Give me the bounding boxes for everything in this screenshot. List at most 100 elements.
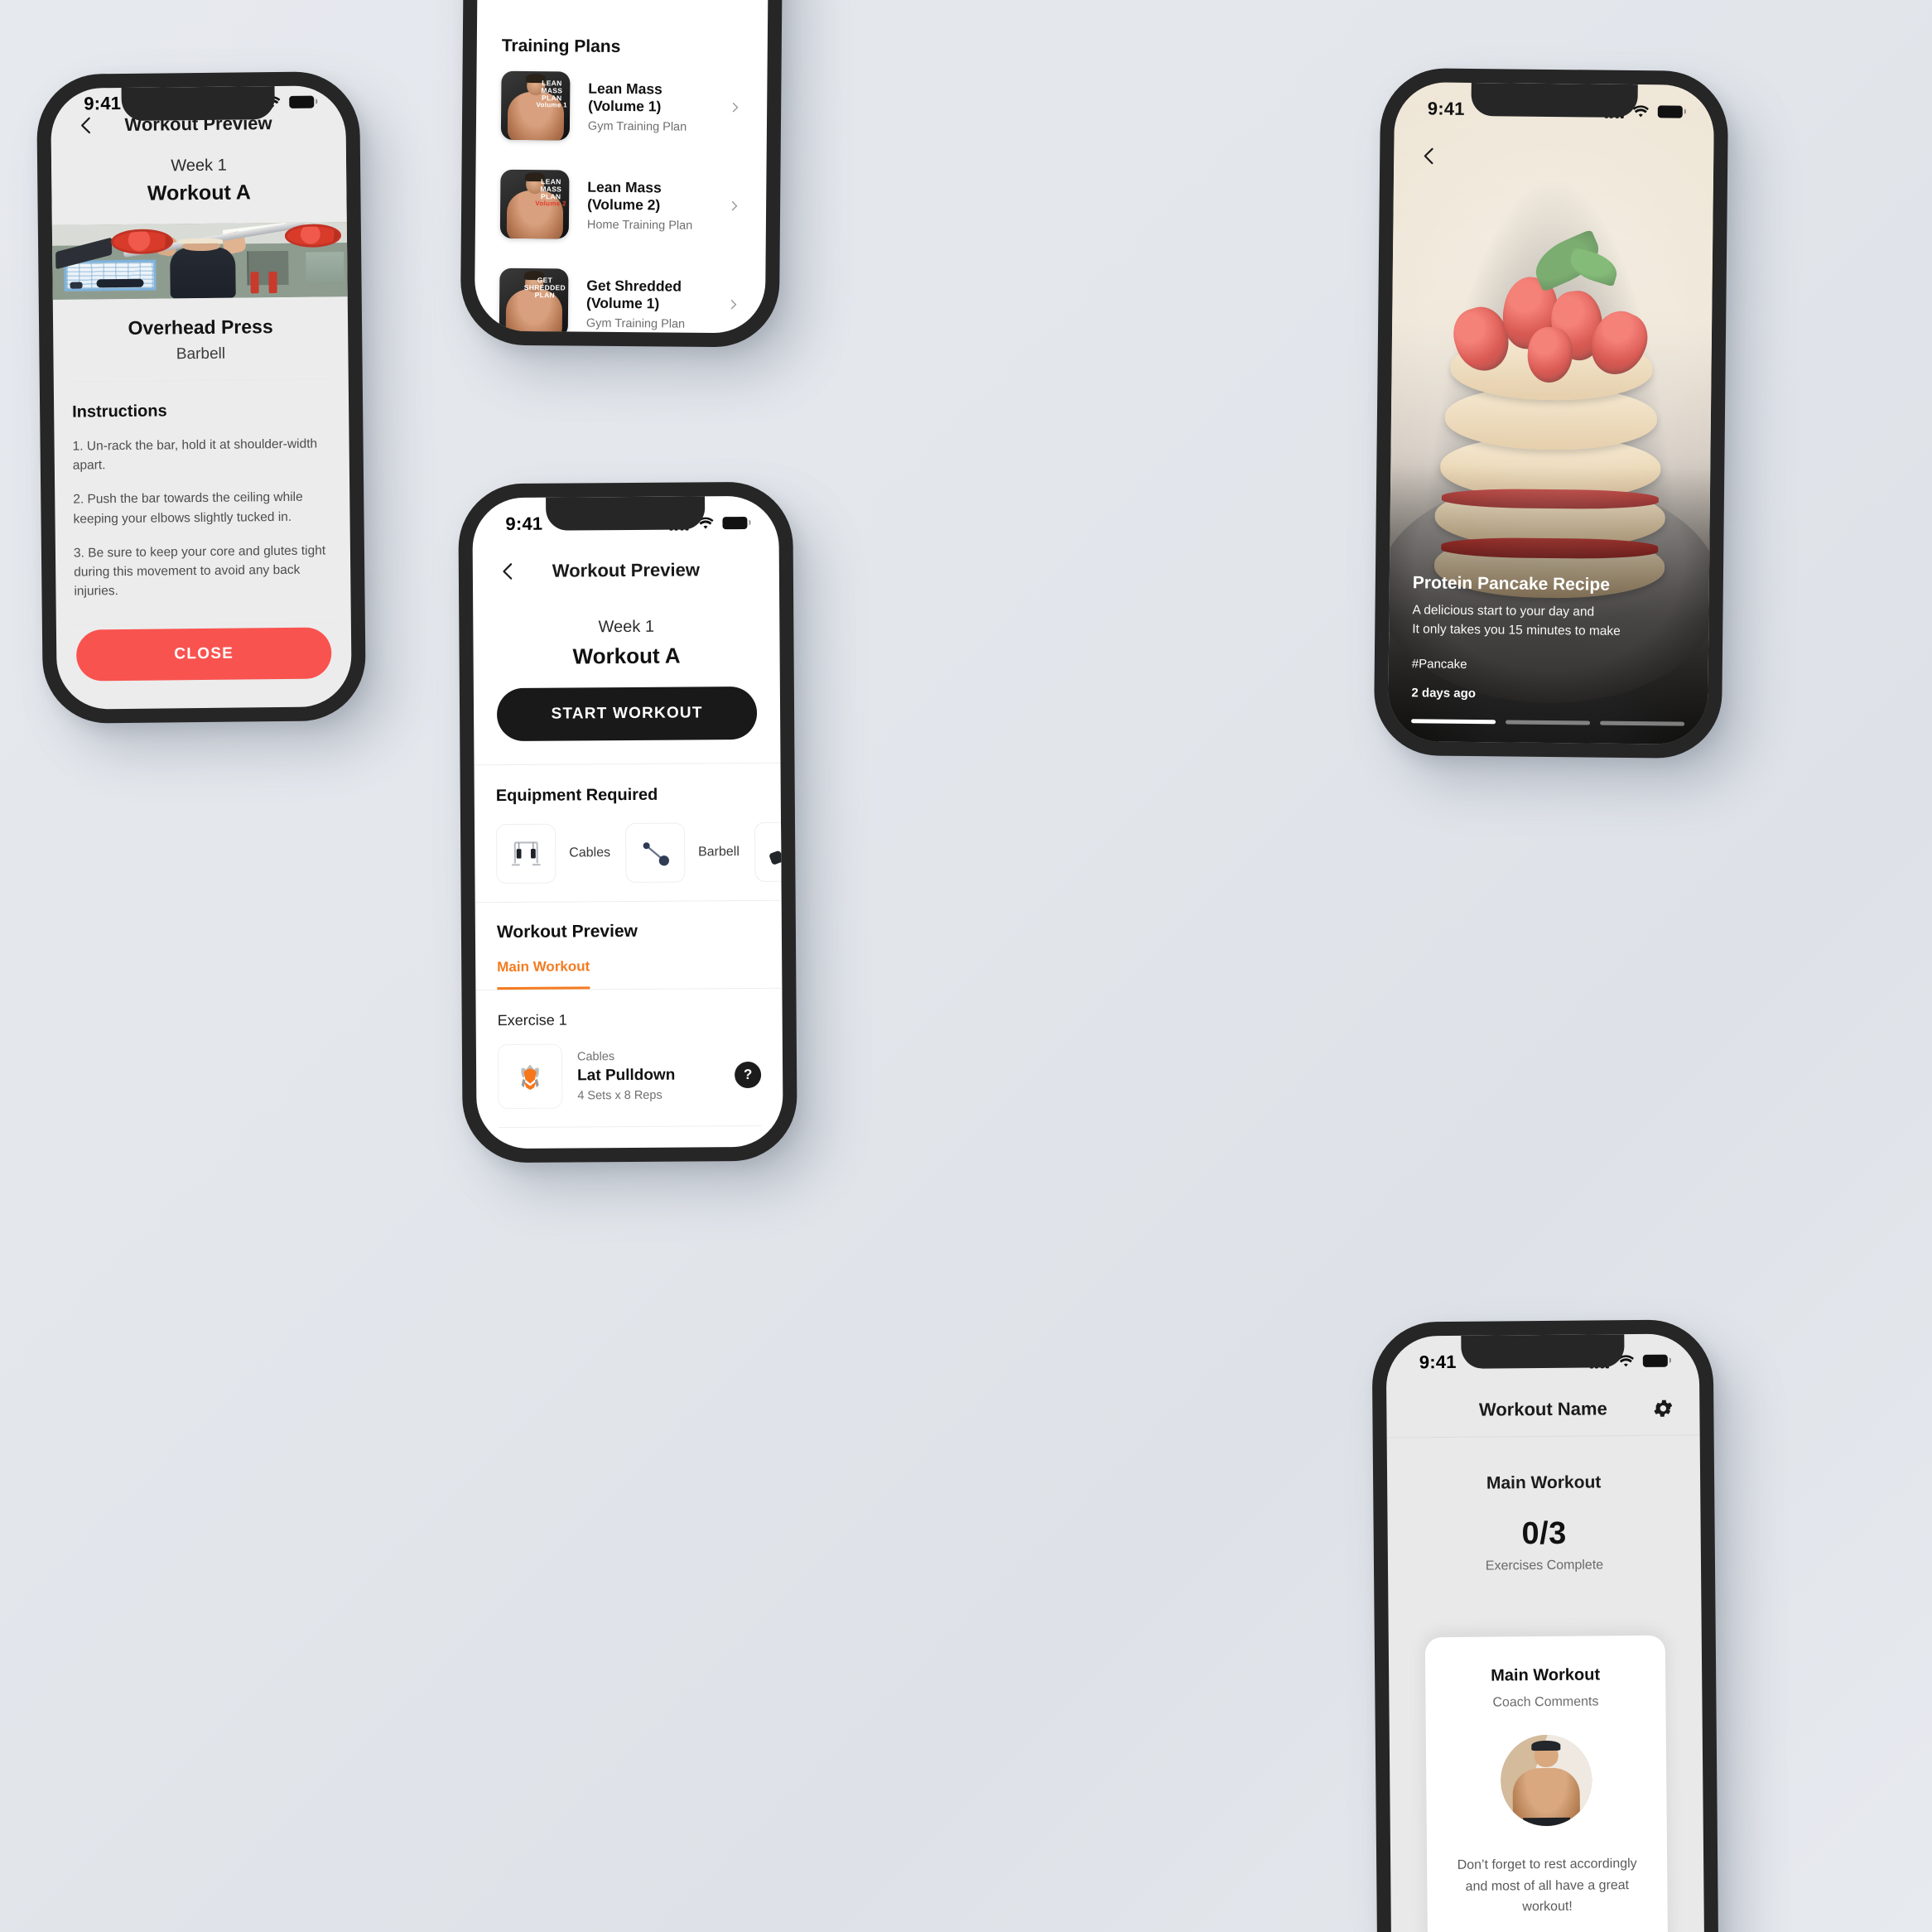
- status-time: 9:41: [505, 513, 543, 535]
- plan-thumbnail: LEAN MASS PLAN Volume 2: [499, 169, 570, 239]
- sheet-title: Main Workout: [1491, 1665, 1601, 1685]
- workout-name: Workout A: [147, 181, 252, 206]
- phone-workout-preview: 9:41 Workout Preview Week 1 Workout A ST…: [458, 481, 797, 1164]
- exercise-sets: 4 Sets x 8 Reps: [577, 1088, 662, 1102]
- workout-header: Week 1 Workout A: [473, 595, 780, 671]
- plan-thumbnail: LEAN MASS PLAN Volume 1: [500, 70, 571, 141]
- equipment-item[interactable]: Barbell: [624, 822, 740, 884]
- back-button[interactable]: [1419, 145, 1440, 166]
- phone-recipe-story: 9:41 Protein Pancake Recipe A delicious: [1373, 67, 1729, 759]
- avatar: [1500, 1734, 1592, 1827]
- cable-machine-icon: [496, 823, 556, 884]
- plan-subtitle: Gym Training Plan: [585, 316, 686, 331]
- exercise-name: Overhead Press: [128, 315, 273, 339]
- progress-segment[interactable]: [1506, 720, 1591, 725]
- progress-count: 0/3: [1521, 1515, 1568, 1552]
- exercise-equipment: Barbell: [176, 344, 226, 363]
- instruction-step: 3. Be sure to keep your core and glutes …: [73, 543, 326, 600]
- workout-name: Workout A: [572, 643, 681, 669]
- phone-exercise-detail: 9:41 Workout Preview Week 1 Workout A Ov…: [36, 70, 367, 725]
- progress-segment[interactable]: [1411, 719, 1496, 725]
- chevron-right-icon: [726, 297, 740, 311]
- battery-icon: [1642, 1354, 1668, 1367]
- week-label: Week 1: [598, 617, 655, 637]
- instructions-title: Instructions: [72, 402, 167, 422]
- coach-note-line: and most of all have a great workout!: [1465, 1877, 1630, 1915]
- sheet-subtitle: Coach Comments: [1492, 1694, 1599, 1710]
- gear-icon[interactable]: [1651, 1397, 1674, 1420]
- plan-name: Get Shredded (Volume 1): [586, 277, 682, 311]
- equipment-item[interactable]: [754, 821, 783, 882]
- phone-notch: [1461, 1334, 1625, 1369]
- plan-subtitle: Gym Training Plan: [587, 119, 687, 134]
- coach-note-line: Don’t forget to rest accordingly: [1457, 1857, 1637, 1872]
- list-item[interactable]: LEAN MASS PLAN Volume 2 Lean Mass (Volum…: [499, 155, 742, 256]
- workout-header: Week 1 Workout A: [51, 133, 347, 226]
- recipe-description-line: It only takes you 15 minutes to make: [1412, 621, 1621, 638]
- equipment-item[interactable]: Cables: [496, 823, 610, 884]
- coach-comments-sheet: Main Workout Coach Comments Don’t forget…: [1424, 1635, 1669, 1932]
- battery-icon: [289, 95, 315, 108]
- story-caption: Protein Pancake Recipe A delicious start…: [1388, 573, 1709, 703]
- equipment-label: Cables: [569, 846, 611, 860]
- preview-section: Workout Preview Main Workout: [475, 901, 783, 990]
- help-icon[interactable]: ?: [735, 1061, 762, 1089]
- navigation-bar: Workout Name: [1386, 1381, 1700, 1437]
- plan-name: Lean Mass (Volume 2): [587, 178, 662, 213]
- plan-name: Lean Mass (Volume 1): [588, 79, 662, 114]
- chevron-right-icon: [727, 199, 741, 213]
- exercise-equipment: Cables: [576, 1049, 615, 1063]
- page-title: Workout Name: [1478, 1398, 1607, 1420]
- phone-workout-session: 9:41 Workout Name Main Workout 0/3 Exerc…: [1371, 1319, 1719, 1932]
- thumb-volume: Volume 2: [535, 199, 566, 208]
- thumb-line: PLAN: [534, 290, 556, 300]
- hashtag[interactable]: #Pancake: [1412, 657, 1685, 673]
- timestamp: 2 days ago: [1411, 686, 1477, 701]
- progress-label: Exercises Complete: [1485, 1558, 1604, 1573]
- status-time: 9:41: [1427, 98, 1465, 119]
- section-label: Main Workout: [1486, 1472, 1602, 1493]
- phone-notch: [546, 496, 706, 531]
- recipe-description-line: A delicious start to your day and: [1412, 603, 1595, 619]
- page-title: Workout Preview: [552, 559, 701, 581]
- equipment-section: Equipment Required Cables Barbell: [475, 764, 783, 903]
- battery-icon: [722, 516, 748, 529]
- exercise-header: Exercise 1: [497, 1011, 567, 1029]
- status-time: 9:41: [1419, 1351, 1457, 1373]
- exercise-name: Lat Pulldown: [577, 1066, 676, 1084]
- phone-training-plans: Training Plans LEAN MASS PLAN Volume 1 L…: [460, 0, 783, 348]
- recipe-title: Protein Pancake Recipe: [1412, 573, 1611, 595]
- barbell-icon: [624, 822, 686, 884]
- exercise-row[interactable]: Cables Lat Pulldown 4 Sets x 8 Reps ?: [476, 1028, 783, 1128]
- back-button[interactable]: [498, 561, 519, 582]
- exercise-video-thumbnail[interactable]: [51, 222, 348, 300]
- phone-notch: [121, 86, 276, 121]
- battery-icon: [1657, 104, 1683, 118]
- plan-subtitle: Home Training Plan: [586, 218, 693, 233]
- thumb-volume: Volume 1: [536, 100, 567, 109]
- plan-thumbnail: GET SHREDDED PLAN: [499, 267, 569, 334]
- mockup-scene: 9:41 Workout Preview Week 1 Workout A Ov…: [0, 0, 1932, 1932]
- dumbbell-icon: [754, 821, 783, 882]
- navigation-bar: Workout Preview: [473, 544, 779, 598]
- list-item[interactable]: GET SHREDDED PLAN Get Shredded (Volume 1…: [499, 253, 741, 334]
- phone-notch: [1471, 82, 1638, 118]
- instructions-section: Instructions 1. Un-rack the bar, hold it…: [54, 378, 351, 624]
- tab-main-workout[interactable]: Main Workout: [497, 958, 590, 990]
- preview-title: Workout Preview: [496, 921, 638, 942]
- navigation-bar: [1394, 130, 1714, 185]
- equipment-label: Barbell: [698, 845, 740, 860]
- status-time: 9:41: [84, 92, 122, 114]
- start-workout-button[interactable]: START WORKOUT: [496, 686, 758, 742]
- muscle-group-icon: [497, 1043, 563, 1110]
- week-label: Week 1: [171, 157, 227, 176]
- progress-segment[interactable]: [1600, 720, 1685, 726]
- back-button[interactable]: [75, 114, 97, 136]
- equipment-title: Equipment Required: [495, 785, 658, 806]
- chevron-right-icon: [728, 100, 742, 114]
- close-button[interactable]: CLOSE: [75, 627, 332, 682]
- list-item[interactable]: LEAN MASS PLAN Volume 1 Lean Mass (Volum…: [500, 56, 743, 157]
- exercise-header: Exercise 2: [477, 1126, 783, 1149]
- instruction-step: 2. Push the bar towards the ceiling whil…: [73, 490, 303, 527]
- section-title: Training Plans: [501, 36, 621, 56]
